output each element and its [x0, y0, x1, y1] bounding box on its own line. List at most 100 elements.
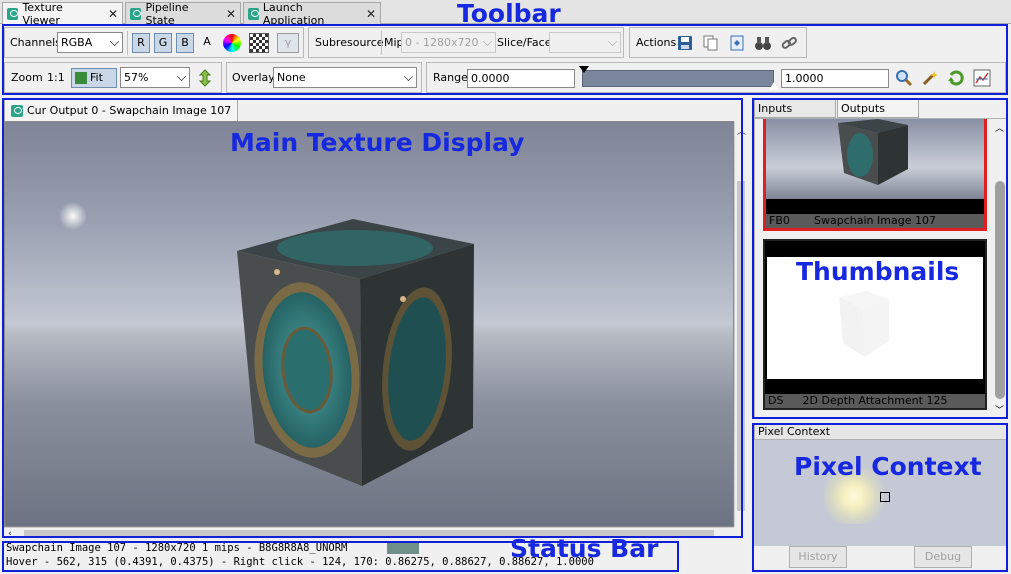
chevron-down-icon [608, 37, 617, 46]
status-texture-info: Swapchain Image 107 - 1280x720 1 mips - … [6, 542, 348, 554]
thumbnail-name: Swapchain Image 107 [814, 214, 936, 227]
chevron-up-icon[interactable]: ︿ [737, 124, 746, 137]
slice-face-select[interactable] [549, 32, 621, 53]
zoom-label: Zoom [11, 71, 43, 84]
texture-icon [11, 104, 23, 117]
histogram-icon[interactable] [973, 69, 991, 87]
tab-label: Launch Application [262, 0, 325, 27]
channels-select[interactable]: RGBA [57, 32, 123, 53]
tab-launch-application[interactable]: Launch Application ✕ [243, 0, 381, 27]
copy-icon[interactable] [702, 34, 720, 52]
chevron-down-icon [110, 37, 119, 46]
range-group: Range 0.0000 1.0000 [426, 62, 1006, 93]
auto-fit-wand-icon[interactable] [921, 69, 939, 87]
red-channel-toggle[interactable]: R [132, 33, 150, 53]
subresource-group: Subresource Mip 0 - 1280x720 Slice/Face [308, 27, 624, 58]
history-button[interactable]: History [789, 546, 847, 568]
chevron-down-icon [404, 72, 413, 81]
overlay-group: Overlay None [226, 62, 422, 93]
chevron-down-icon [177, 72, 186, 81]
fit-toggle[interactable]: Fit [71, 68, 117, 88]
thumbnail-tab-bar: Inputs Outputs [754, 99, 1009, 118]
tab-label: Pipeline State [145, 0, 189, 27]
chevron-down-icon [483, 37, 492, 46]
range-histogram-slider[interactable] [582, 70, 774, 87]
channels-label: Channels [10, 36, 61, 49]
launch-application-icon [248, 7, 259, 20]
flip-vertical-icon[interactable] [196, 69, 214, 87]
divider [127, 31, 128, 55]
pixel-color-swatch [387, 542, 419, 554]
texture-viewer-icon [7, 8, 19, 20]
pipeline-state-icon [130, 7, 142, 20]
zoom-range-icon[interactable] [895, 69, 913, 87]
find-binoculars-icon[interactable] [754, 34, 772, 52]
open-resource-icon[interactable] [728, 34, 746, 52]
thumbnails-annotation: Thumbnails [796, 257, 960, 286]
toolbar-row-1: Channels RGBA R G B A γ Subresource Mip … [0, 27, 1011, 58]
tab-label: Cur Output 0 - Swapchain Image 107 [27, 104, 232, 117]
chevron-up-icon[interactable]: ︿ [995, 121, 1004, 134]
thumbnail-caption: DS 2D Depth Attachment 125 [765, 394, 985, 408]
overlay-select[interactable]: None [273, 67, 417, 88]
main-panel-tab-bar: Cur Output 0 - Swapchain Image 107 [4, 99, 746, 121]
chevron-left-icon[interactable]: ‹ [8, 529, 12, 539]
range-max-handle[interactable] [769, 82, 779, 90]
alpha-channel-toggle[interactable]: A [200, 33, 214, 53]
pixel-context-title: Pixel Context [754, 424, 1008, 440]
save-icon[interactable] [676, 34, 694, 52]
chevron-down-icon[interactable]: ﹀ [995, 403, 1004, 416]
link-icon[interactable] [780, 34, 798, 52]
close-icon[interactable]: ✕ [366, 7, 376, 21]
zoom-select[interactable]: 57% [120, 67, 190, 88]
thumbnail-fb0[interactable]: FB0 Swapchain Image 107 [763, 119, 987, 231]
viewport-vertical-scrollbar[interactable]: ︿ [734, 121, 747, 527]
thumbnail-scrollbar[interactable]: ︿ ﹀ [993, 119, 1007, 417]
fit-icon [75, 72, 87, 84]
tab-outputs[interactable]: Outputs [837, 99, 919, 118]
range-max-field[interactable]: 1.0000 [781, 69, 889, 88]
fit-label: Fit [90, 71, 103, 84]
green-channel-toggle[interactable]: G [154, 33, 172, 53]
actions-group: Actions [629, 27, 807, 58]
channels-group: Channels RGBA R G B A γ [4, 27, 304, 58]
pixel-context-panel: Pixel Context History Debug [754, 424, 1008, 572]
zoom-value: 57% [124, 71, 149, 84]
toolbar-annotation: Toolbar [457, 0, 561, 28]
mip-select[interactable]: 0 - 1280x720 [401, 32, 496, 53]
checkerboard-icon[interactable] [249, 33, 269, 53]
zoom-one-to-one-button[interactable]: 1:1 [47, 71, 65, 84]
tab-current-output[interactable]: Cur Output 0 - Swapchain Image 107 [4, 99, 239, 121]
texture-render-image [59, 202, 474, 486]
overlay-value: None [277, 71, 306, 84]
status-bar-annotation: Status Bar [510, 534, 659, 563]
tab-pipeline-state[interactable]: Pipeline State ✕ [125, 0, 241, 27]
slice-face-label: Slice/Face [497, 36, 552, 49]
thumbnail-name: 2D Depth Attachment 125 [802, 394, 948, 407]
pixel-cursor [880, 492, 890, 502]
thumbnail-caption: FB0 Swapchain Image 107 [766, 214, 984, 228]
pixel-context-annotation: Pixel Context [794, 452, 982, 481]
scrollbar-thumb[interactable] [995, 181, 1005, 399]
debug-button[interactable]: Debug [914, 546, 972, 568]
tab-texture-viewer[interactable]: Texture Viewer ✕ [2, 1, 123, 27]
zoom-group: Zoom 1:1 Fit 57% [4, 62, 222, 93]
overlay-label: Overlay [232, 71, 275, 84]
divider [381, 31, 382, 55]
close-icon[interactable]: ✕ [226, 7, 236, 21]
color-wheel-icon[interactable] [223, 34, 241, 52]
range-label: Range [433, 71, 468, 84]
close-icon[interactable]: ✕ [108, 7, 118, 21]
range-min-field[interactable]: 0.0000 [467, 69, 575, 88]
tab-label: Texture Viewer [22, 1, 63, 27]
mip-value: 0 - 1280x720 [405, 36, 479, 49]
range-min-handle[interactable] [579, 66, 589, 73]
reset-range-icon[interactable] [947, 69, 965, 87]
scrollbar-thumb[interactable] [737, 181, 745, 511]
tab-inputs[interactable]: Inputs [754, 99, 836, 118]
blue-channel-toggle[interactable]: B [176, 33, 194, 53]
thumbnail-image [766, 119, 984, 199]
channels-value: RGBA [61, 36, 93, 49]
gamma-toggle[interactable]: γ [277, 33, 299, 53]
texture-viewport[interactable] [4, 121, 734, 527]
